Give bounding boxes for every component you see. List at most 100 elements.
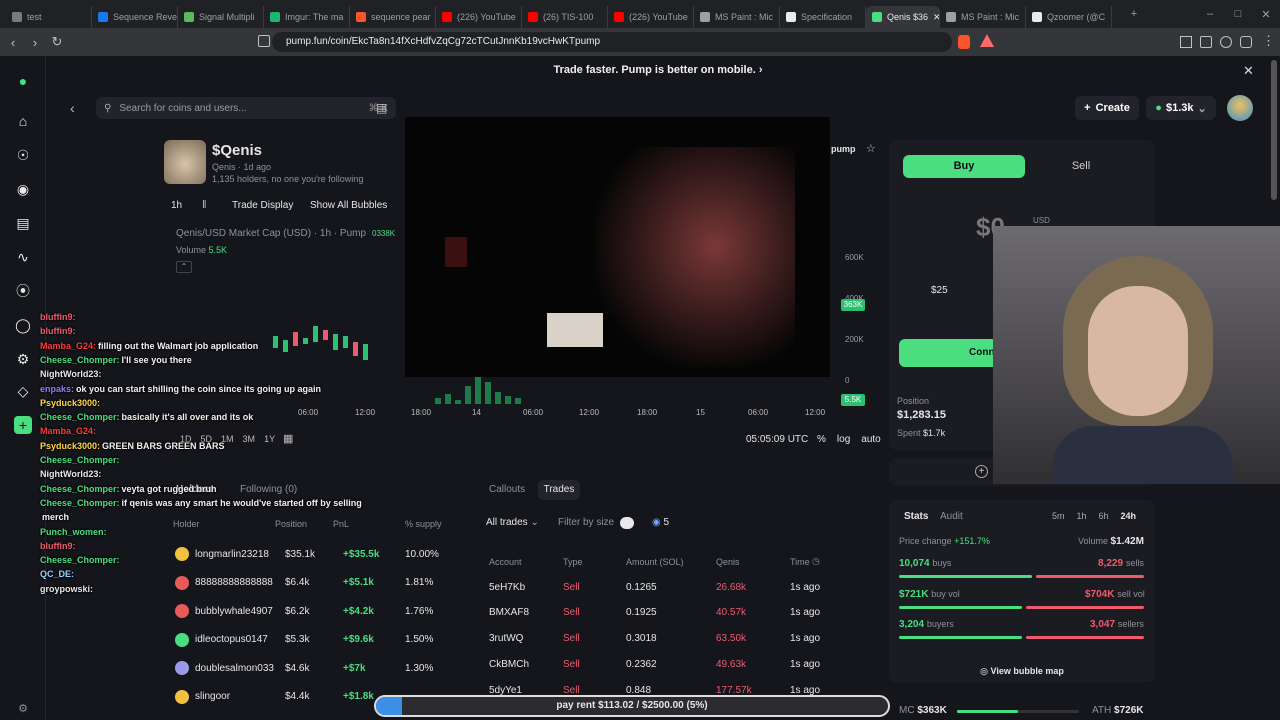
video-player[interactable] [405,117,830,377]
holder-name[interactable]: slingoor [195,691,230,702]
create-button[interactable]: + Create [1075,96,1139,120]
holder-name[interactable]: idleoctopus0147 [195,634,268,645]
chat-username[interactable]: Cheese_Chomper: [40,498,120,508]
table-row[interactable]: 88888888888888 $6.4k +$5.1k 1.81% [165,570,460,596]
range-24h[interactable]: 24h [1121,511,1137,521]
settings-icon[interactable]: ⚙ [14,700,32,718]
range-5m[interactable]: 5m [1052,511,1065,521]
chat-username[interactable]: Psyduck3000: [40,441,100,451]
timeframe-1y[interactable]: 1Y [264,434,275,444]
holder-name[interactable]: longmarlin23218 [195,549,269,560]
chat-username[interactable]: bluffin9: [40,541,76,551]
close-window-icon[interactable]: ✕ [1252,8,1280,21]
browser-tab[interactable]: (226) YouTube [436,6,522,28]
brave-shield-icon[interactable] [958,35,970,49]
table-row[interactable]: longmarlin23218 $35.1k +$35.5k 10.00% [165,541,460,567]
activity-icon[interactable]: ∿ [14,248,32,266]
date-range-icon[interactable]: ▦ [283,432,293,445]
candle-type-icon[interactable]: ‖ [202,199,207,211]
close-tab-icon[interactable]: ✕ [933,12,939,23]
chat-username[interactable]: Mamba_G24: [40,341,96,351]
chat-username[interactable]: Punch_women: [40,527,107,537]
chat-username[interactable]: Cheese_Chomper: [40,484,120,494]
holder-name[interactable]: doublesalmon033 [195,663,274,674]
back-icon[interactable]: ‹ [2,35,24,50]
wallet-icon[interactable] [1200,36,1212,48]
reload-icon[interactable]: ↻ [46,34,68,50]
vpn-icon[interactable] [1240,36,1252,48]
home-icon[interactable]: ⌂ [14,112,32,130]
holder-name[interactable]: 88888888888888 [195,577,273,588]
minimize-icon[interactable]: – [1196,8,1224,20]
chat-username[interactable]: Psyduck3000: [40,398,100,408]
table-row[interactable]: 5eH7Kb Sell 0.1265 26.68k 1s ago [478,574,878,600]
add-circle-icon[interactable]: + [975,465,988,478]
chat-username[interactable]: Cheese_Chomper: [40,355,120,365]
back-arrow-icon[interactable]: ‹ [70,100,75,116]
chart-control-0[interactable]: % [817,434,826,445]
tab-trades[interactable]: Trades [538,480,580,500]
chat-username[interactable]: Mamba_G24: [40,426,96,436]
bookmark-icon[interactable] [258,35,270,47]
trade-filter-select[interactable]: All trades ⌄ [486,517,539,528]
browser-tab[interactable]: Qzoomer (@C [1026,6,1112,28]
tab-audit[interactable]: Audit [940,511,963,522]
browser-tab[interactable]: MS Paint : Mic [694,6,780,28]
browser-tab[interactable]: Qenis $36 ✕ [866,6,940,28]
rewards-icon[interactable] [980,34,994,47]
pump-logo-icon[interactable]: ● [14,72,32,90]
browser-tab[interactable]: Imgur: The ma [264,6,350,28]
table-row[interactable]: CkBMCh Sell 0.2362 49.63k 1s ago [478,651,878,677]
trade-account[interactable]: CkBMCh [489,659,529,670]
tab-following[interactable]: Following (0) [240,484,297,495]
search-input[interactable]: ⚲ Search for coins and users... ⌘ K [96,97,396,119]
tab-stats[interactable]: Stats [904,511,928,522]
table-row[interactable]: 3rutWQ Sell 0.3018 63.50k 1s ago [478,626,878,652]
sidebar-toggle-icon[interactable] [1180,36,1192,48]
browser-tab[interactable]: Specification [780,6,866,28]
chat-username[interactable]: NightWorld23: [40,469,101,479]
buy-tab[interactable]: Buy [903,155,1025,178]
maximize-icon[interactable]: □ [1224,8,1252,20]
table-row[interactable]: doublesalmon033 $4.6k +$7k 1.30% [165,655,460,681]
range-6h[interactable]: 6h [1099,511,1109,521]
browser-tab[interactable]: sequence pear [350,6,436,28]
browser-tab[interactable]: test [6,6,92,28]
table-row[interactable]: BMXAF8 Sell 0.1925 40.57k 1s ago [478,600,878,626]
chat-username[interactable]: QC_DE: [40,569,74,579]
extensions-icon[interactable] [1220,36,1232,48]
chart-control-1[interactable]: log [837,434,850,445]
chat-username[interactable]: groypowski: [40,584,93,594]
trade-account[interactable]: BMXAF8 [489,607,529,618]
support-icon[interactable]: ◯ [14,316,32,334]
quick-amount-25[interactable]: $25 [931,285,948,296]
chat-icon[interactable]: ▤ [14,214,32,232]
menu-icon[interactable]: ⋮ [1262,33,1275,49]
forward-icon[interactable]: › [24,35,46,50]
size-filter-toggle[interactable] [620,517,634,529]
trade-account[interactable]: 3rutWQ [489,633,523,644]
trade-account[interactable]: 5eH7Kb [489,582,525,593]
interval-select[interactable]: 1h [171,200,182,211]
table-row[interactable]: idleoctopus0147 $5.3k +$9.6k 1.50% [165,627,460,653]
browser-tab[interactable]: Signal Multipli [178,6,264,28]
balance-button[interactable]: ● $1.3k ⌄ [1146,96,1216,120]
live-icon[interactable]: ◉ [14,180,32,198]
tag-icon[interactable]: ◇ [14,382,32,400]
holder-name[interactable]: bubblywhale4907 [195,606,273,617]
chat-username[interactable]: bluffin9: [40,326,76,336]
show-bubbles-button[interactable]: Show All Bubbles [310,200,387,211]
trade-display-button[interactable]: Trade Display [232,200,293,211]
browser-tab[interactable]: Sequence Reve [92,6,178,28]
chart-control-2[interactable]: auto [861,434,880,445]
clipboard-icon[interactable]: ▤ [376,101,387,115]
chat-username[interactable]: enpaks: [40,384,74,394]
broadcast-icon[interactable]: ⦿ [14,282,32,300]
tab-callouts[interactable]: Callouts [489,484,525,495]
browser-tab[interactable]: MS Paint : Mic [940,6,1026,28]
view-bubble-map-button[interactable]: ◎ View bubble map [889,660,1155,682]
close-banner-icon[interactable]: ✕ [1243,63,1254,79]
explore-icon[interactable]: ☉ [14,146,32,164]
avatar[interactable] [1227,95,1253,121]
mobile-banner[interactable]: Trade faster. Pump is better on mobile. … [46,56,1270,84]
